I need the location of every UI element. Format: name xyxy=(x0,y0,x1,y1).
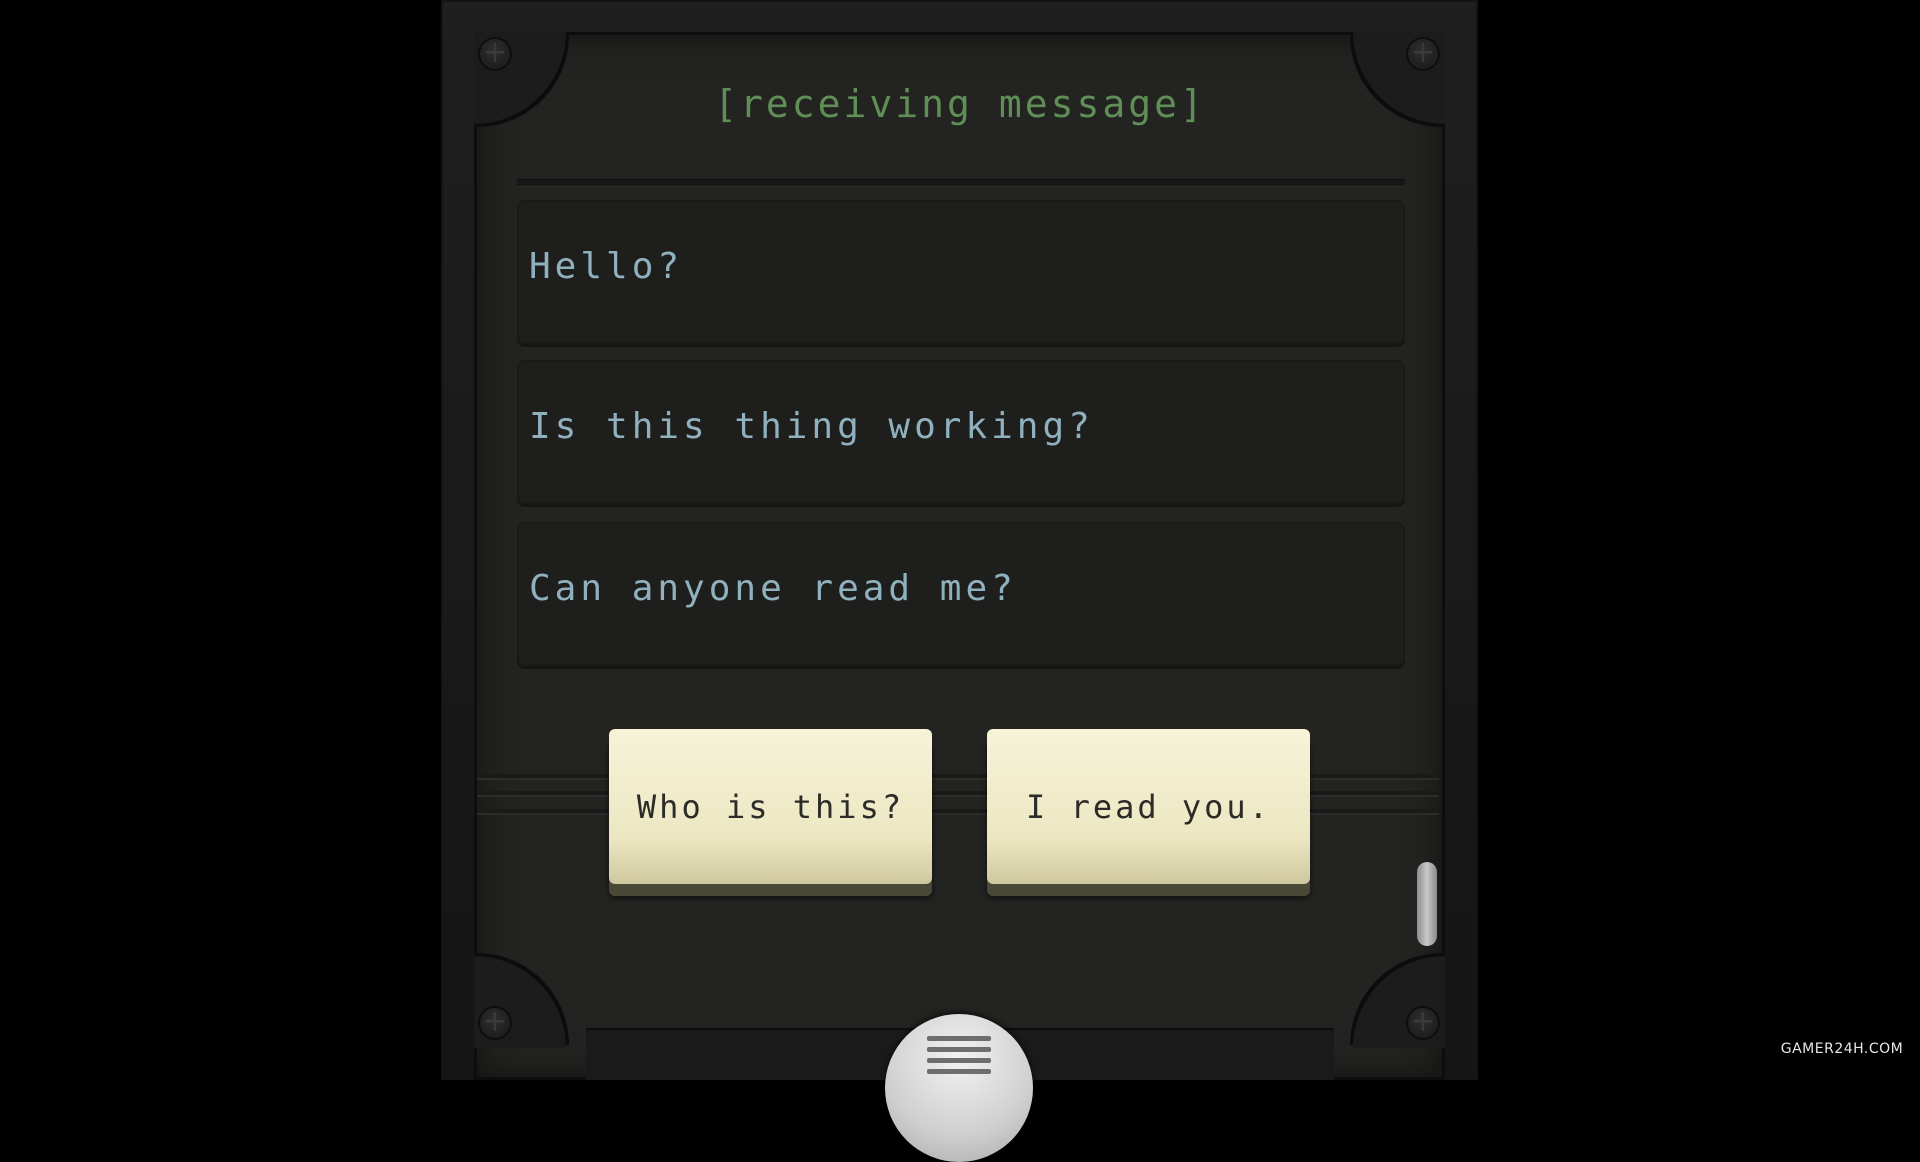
message-bubble: Can anyone read me? xyxy=(517,522,1405,666)
choice-button-i-read-you[interactable]: I read you. xyxy=(987,729,1310,884)
screw-icon: + xyxy=(1406,37,1440,71)
hamburger-menu-icon xyxy=(927,1036,991,1080)
screw-icon: + xyxy=(1406,1006,1440,1040)
screw-icon: + xyxy=(478,37,512,71)
message-text: Is this thing working? xyxy=(529,406,1094,447)
message-bubble: Hello? xyxy=(517,200,1405,344)
scrollbar-thumb[interactable] xyxy=(1417,862,1437,946)
message-text: Hello? xyxy=(529,246,684,287)
message-text: Can anyone read me? xyxy=(529,568,1017,609)
screw-icon: + xyxy=(478,1006,512,1040)
header-divider xyxy=(517,180,1405,186)
choice-button-who-is-this[interactable]: Who is this? xyxy=(609,729,932,884)
receiving-message-header: [receiving message] xyxy=(714,82,1206,126)
menu-button[interactable] xyxy=(885,1014,1033,1162)
message-bubble: Is this thing working? xyxy=(517,360,1405,504)
watermark: GAMER24H.COM xyxy=(1780,1034,1904,1064)
